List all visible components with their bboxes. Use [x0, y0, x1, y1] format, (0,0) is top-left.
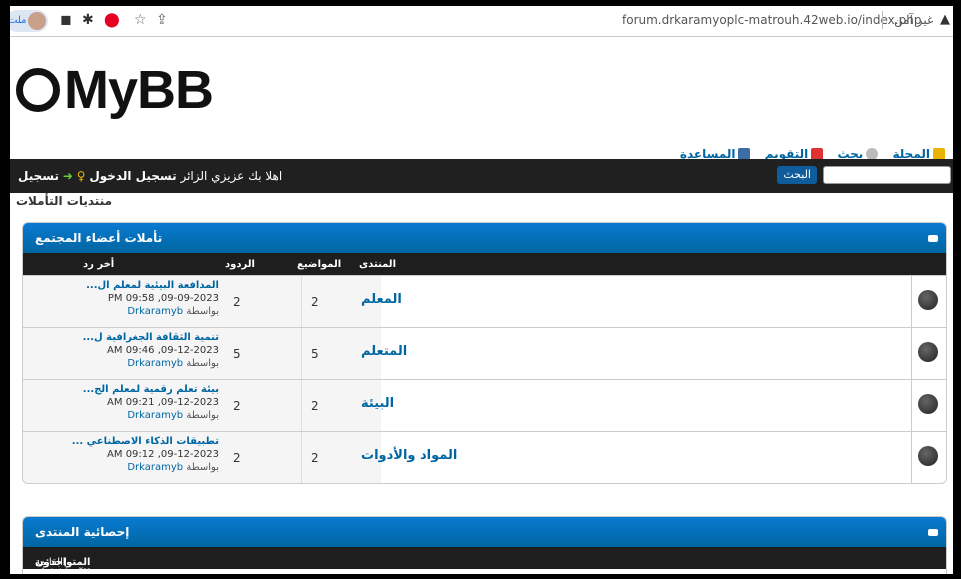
- register-link[interactable]: تسجيل: [18, 169, 59, 183]
- posts-count: 2: [233, 295, 241, 309]
- pinterest-icon[interactable]: ⬤: [104, 12, 120, 28]
- warning-icon[interactable]: ▲: [940, 12, 950, 27]
- divider: [301, 276, 302, 327]
- col-last-post: أخر رد: [83, 259, 115, 270]
- extension-square-icon[interactable]: ◼: [60, 12, 72, 28]
- last-post-cell: تنمية الثقافة الجغرافية ل... 09-12-2023, …: [23, 328, 221, 379]
- last-post-user[interactable]: Drkaramyb: [127, 306, 183, 317]
- search-button[interactable]: البحث: [777, 166, 817, 184]
- share-icon[interactable]: ⇪: [156, 12, 168, 28]
- avatar: [28, 12, 46, 30]
- browser-window: ملت ◼ ✱ ⬤ ☆ ⇪ forum.drkaramyoplc-matrouh…: [10, 6, 953, 574]
- site-logo[interactable]: MyBB: [16, 59, 214, 121]
- user-bar: البحث اهلا بك عزيزي الزائر تسجيل الدخول …: [10, 159, 953, 193]
- last-post-date: 09-12-2023, 09:12 AM: [107, 449, 219, 460]
- forum-name[interactable]: المواد والأدوات: [361, 448, 457, 463]
- by-label: بواسطة: [186, 358, 219, 369]
- welcome-block: اهلا بك عزيزي الزائر تسجيل الدخول ♀ ➜ تس…: [18, 169, 282, 183]
- forum-status-icon: [918, 446, 938, 466]
- last-post-title[interactable]: المدافعة البيئية لمعلم ال...: [86, 280, 219, 291]
- col-threads: المواضيع: [297, 259, 342, 270]
- divider: [301, 380, 302, 431]
- divider: [911, 276, 912, 327]
- forum-status-icon: [918, 290, 938, 310]
- divider: [882, 11, 883, 29]
- login-link[interactable]: تسجيل الدخول: [89, 169, 176, 183]
- threads-count: 5: [311, 347, 319, 361]
- site-header: MyBB المجلة بحث التقويم المساعدة: [10, 37, 953, 161]
- posts-count: 2: [233, 399, 241, 413]
- divider: [301, 432, 302, 483]
- divider: [911, 328, 912, 379]
- last-post-cell: تطبيقات الذكاء الاصطناعي ... 09-12-2023, …: [23, 432, 221, 483]
- last-post-user[interactable]: Drkaramyb: [127, 358, 183, 369]
- security-label[interactable]: غير آمن: [894, 13, 933, 27]
- col-forum: المنتدى: [359, 259, 396, 270]
- by-label: بواسطة: [186, 462, 219, 473]
- threads-count: 2: [311, 295, 319, 309]
- col-posts: الردود: [225, 259, 255, 270]
- panel-title[interactable]: تأملات أعضاء المجتمع: [35, 231, 162, 245]
- last-post-user[interactable]: Drkaramyb: [127, 462, 183, 473]
- logo-bubble-icon: [16, 68, 60, 112]
- puzzle-icon[interactable]: ✱: [82, 12, 94, 28]
- stats-header: إحصائية المنتدى: [23, 517, 946, 547]
- stats-title[interactable]: إحصائية المنتدى: [35, 525, 129, 539]
- forum-status-icon: [918, 394, 938, 414]
- star-icon[interactable]: ☆: [134, 12, 147, 28]
- key-icon: ♀: [76, 169, 86, 183]
- search-input[interactable]: [823, 166, 951, 184]
- posts-count: 2: [233, 451, 241, 465]
- address-bar[interactable]: forum.drkaramyoplc-matrouh.42web.io/inde…: [622, 13, 921, 27]
- last-post-title[interactable]: تطبيقات الذكاء الاصطناعي ...: [72, 436, 219, 447]
- column-headers: أخر رد الردود المواضيع المنتدى: [23, 253, 946, 275]
- threads-count: 2: [311, 399, 319, 413]
- browser-toolbar: ملت ◼ ✱ ⬤ ☆ ⇪ forum.drkaramyoplc-matrouh…: [10, 6, 953, 37]
- table-row: المدافعة البيئية لمعلم ال... 09-09-2023, …: [23, 275, 946, 327]
- last-post-cell: المدافعة البيئية لمعلم ال... 09-09-2023, …: [23, 276, 221, 327]
- stats-panel: إحصائية المنتدى المتواجدون الآن [القائمة…: [22, 516, 947, 574]
- divider: [911, 432, 912, 483]
- last-post-title[interactable]: تنمية الثقافة الجغرافية ل...: [83, 332, 219, 343]
- arrow-icon: ➜: [62, 169, 73, 183]
- table-row: تنمية الثقافة الجغرافية ل... 09-12-2023, …: [23, 327, 946, 379]
- breadcrumb[interactable]: منتديات التأملات: [10, 194, 951, 208]
- divider: [911, 380, 912, 431]
- panel-header: تأملات أعضاء المجتمع: [23, 223, 946, 253]
- by-label: بواسطة: [186, 410, 219, 421]
- forum-panel: تأملات أعضاء المجتمع أخر رد الردود الموا…: [22, 222, 947, 484]
- last-post-title[interactable]: بيئة تعلم رقمية لمعلم الج...: [83, 384, 219, 395]
- last-post-user[interactable]: Drkaramyb: [127, 410, 183, 421]
- collapse-icon[interactable]: [928, 235, 938, 242]
- threads-count: 2: [311, 451, 319, 465]
- posts-count: 5: [233, 347, 241, 361]
- profile-button[interactable]: ملت: [10, 10, 48, 32]
- online-bar: المتواجدون الآن [القائمة كاملة]: [23, 547, 946, 574]
- full-list-link[interactable]: [القائمة كاملة]: [35, 557, 67, 574]
- last-post-cell: بيئة تعلم رقمية لمعلم الج... 09-12-2023, …: [23, 380, 221, 431]
- by-label: بواسطة: [186, 306, 219, 317]
- last-post-date: 09-09-2023, 09:58 PM: [107, 293, 219, 304]
- forum-name[interactable]: البيئة: [361, 396, 394, 411]
- forum-status-icon: [918, 342, 938, 362]
- forum-name[interactable]: المعلم: [361, 292, 402, 307]
- collapse-icon[interactable]: [928, 529, 938, 536]
- greeting-text: اهلا بك عزيزي الزائر: [180, 169, 283, 183]
- table-row: تطبيقات الذكاء الاصطناعي ... 09-12-2023, …: [23, 431, 946, 483]
- table-row: بيئة تعلم رقمية لمعلم الج... 09-12-2023, …: [23, 379, 946, 431]
- profile-label: ملت: [10, 15, 27, 26]
- divider: [301, 328, 302, 379]
- last-post-date: 09-12-2023, 09:21 AM: [107, 397, 219, 408]
- forum-name[interactable]: المتعلم: [361, 344, 407, 359]
- last-post-date: 09-12-2023, 09:46 AM: [107, 345, 219, 356]
